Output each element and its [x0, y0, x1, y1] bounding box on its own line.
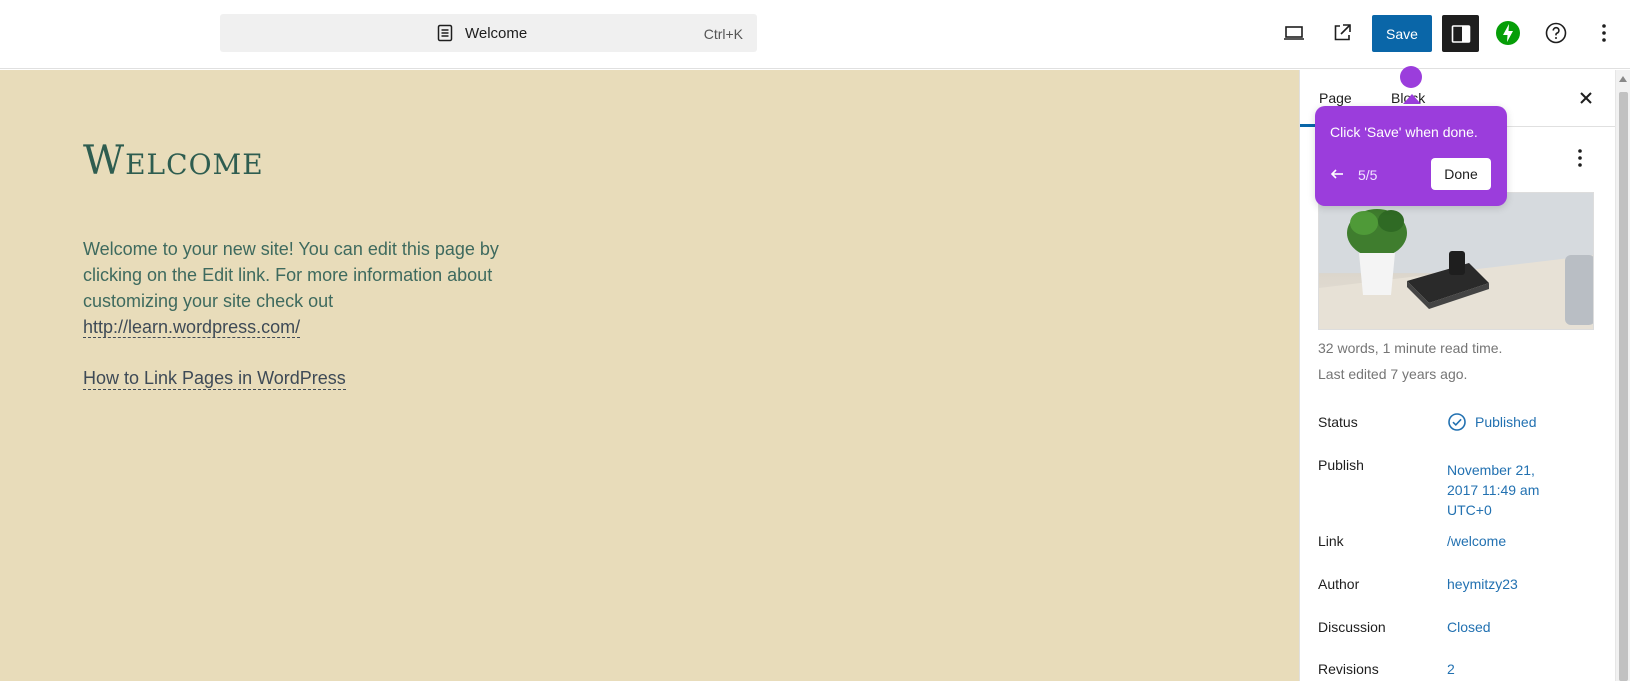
jetpack-button[interactable] — [1490, 15, 1526, 51]
view-page-button[interactable] — [1324, 15, 1360, 51]
settings-sidebar-toggle[interactable] — [1442, 15, 1479, 52]
word-count: 32 words, 1 minute read time. — [1318, 340, 1503, 356]
scrollbar-thumb[interactable] — [1619, 92, 1628, 681]
publish-label: Publish — [1318, 457, 1364, 473]
close-sidebar-button[interactable] — [1574, 86, 1598, 110]
keyboard-shortcut: Ctrl+K — [703, 26, 743, 42]
status-value[interactable]: Published — [1447, 412, 1537, 432]
link-label: Link — [1318, 533, 1344, 549]
tour-pointer — [1403, 94, 1421, 104]
page-actions-button[interactable] — [1568, 146, 1592, 170]
paragraph-block[interactable]: Welcome to your new site! You can edit t… — [83, 236, 543, 340]
discussion-label: Discussion — [1318, 619, 1386, 635]
sidebar-scrollbar[interactable] — [1615, 70, 1630, 681]
discussion-value[interactable]: Closed — [1447, 617, 1491, 637]
help-icon — [1545, 22, 1567, 44]
scroll-up-arrow-icon[interactable] — [1619, 76, 1627, 82]
tour-message: Click 'Save' when done. — [1330, 124, 1478, 140]
editor-header: Welcome Ctrl+K Save — [0, 0, 1630, 69]
desktop-preview-icon — [1284, 26, 1304, 40]
author-value[interactable]: heymitzy23 — [1447, 574, 1518, 594]
published-check-icon — [1448, 413, 1466, 431]
arrow-left-icon[interactable] — [1329, 166, 1345, 182]
editor-canvas[interactable]: Welcome Welcome to your new site! You ca… — [0, 70, 1299, 681]
desktop-preview-button[interactable] — [1276, 15, 1312, 51]
command-palette-bar[interactable]: Welcome Ctrl+K — [220, 14, 757, 52]
link-value[interactable]: /welcome — [1447, 531, 1506, 551]
how-to-link-pages-link[interactable]: How to Link Pages in WordPress — [83, 368, 346, 390]
guided-tour-tooltip: Click 'Save' when done. 5/5 Done — [1315, 106, 1507, 206]
tour-done-button[interactable]: Done — [1431, 158, 1491, 190]
page-icon — [437, 24, 453, 42]
revisions-label: Revisions — [1318, 661, 1379, 677]
more-vertical-icon — [1578, 149, 1582, 167]
document-title: Welcome — [465, 25, 528, 42]
revisions-value[interactable]: 2 — [1447, 659, 1455, 679]
tour-beacon — [1400, 66, 1422, 88]
options-menu-button[interactable] — [1586, 15, 1622, 51]
close-icon — [1580, 92, 1592, 104]
more-vertical-icon — [1602, 24, 1606, 42]
help-button[interactable] — [1538, 15, 1574, 51]
save-button[interactable]: Save — [1372, 15, 1432, 52]
last-edited: Last edited 7 years ago. — [1318, 366, 1468, 382]
paragraph-text: Welcome to your new site! You can edit t… — [83, 239, 499, 311]
status-text: Published — [1475, 414, 1537, 430]
tour-step-counter: 5/5 — [1358, 167, 1378, 183]
publish-date-value[interactable]: November 21, 2017 11:49 am UTC+0 — [1447, 460, 1567, 520]
featured-image[interactable] — [1318, 192, 1594, 330]
tab-page[interactable]: Page — [1319, 90, 1352, 106]
external-link-icon — [1334, 24, 1351, 41]
featured-image-illustration — [1319, 193, 1593, 329]
learn-wordpress-link[interactable]: http://learn.wordpress.com/ — [83, 317, 301, 338]
jetpack-icon — [1496, 21, 1520, 45]
sidebar-toggle-icon — [1451, 24, 1470, 43]
page-title[interactable]: Welcome — [83, 138, 264, 184]
author-label: Author — [1318, 576, 1360, 592]
status-label: Status — [1318, 414, 1358, 430]
